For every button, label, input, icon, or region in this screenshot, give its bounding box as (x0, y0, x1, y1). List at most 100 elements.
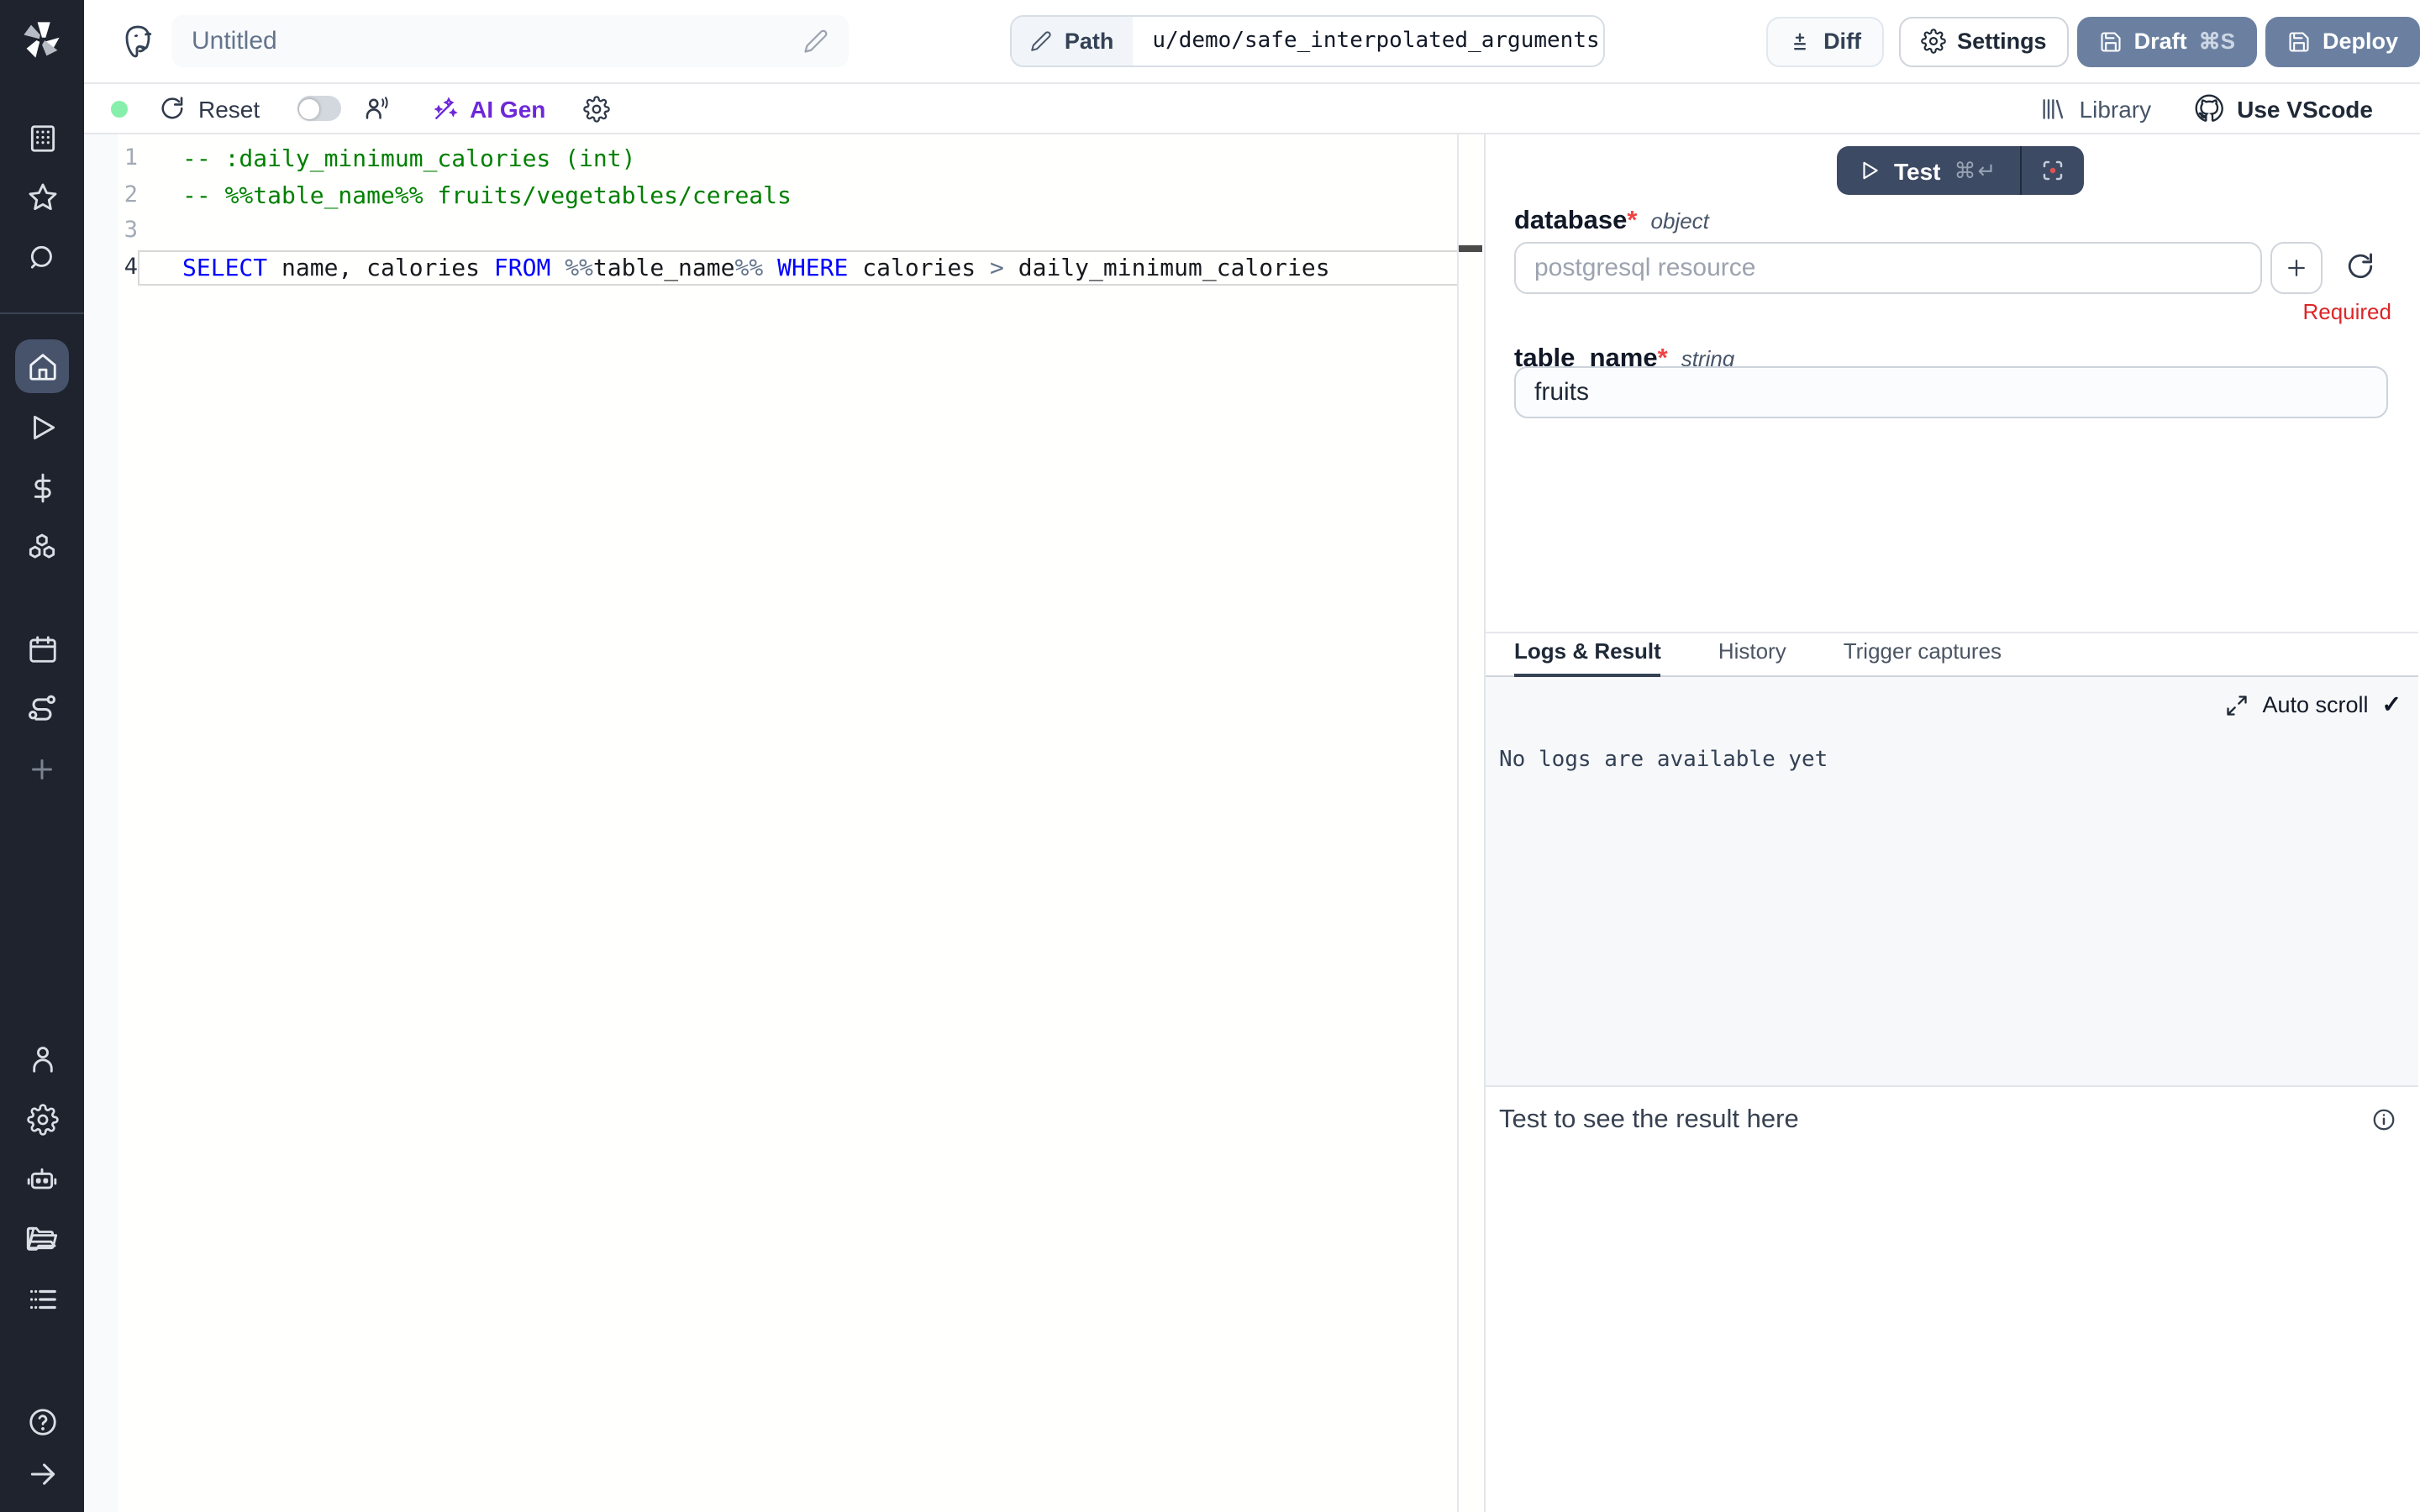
sidebar-item-help[interactable] (0, 1401, 84, 1441)
deploy-button[interactable]: Deploy (2265, 16, 2420, 66)
arguments-panel: Test ⌘↵ database* (1486, 134, 2418, 633)
editor-overview-ruler[interactable] (1457, 134, 1459, 1512)
windmill-logo[interactable] (0, 17, 84, 64)
line-text[interactable]: -- %%table_name%% fruits/vegetables/cere… (138, 177, 1459, 213)
help-icon (26, 1405, 58, 1437)
path-pencil-icon (1031, 30, 1053, 52)
line-text[interactable] (138, 213, 1459, 249)
windmill-app: Untitled Path u/demo/safe_interpolated_a… (0, 0, 2420, 1512)
routes-icon (25, 690, 59, 724)
sidebar-item-runs[interactable] (0, 407, 84, 447)
database-resource-picker[interactable]: postgresql resource (1514, 242, 2262, 294)
windmill-logo-icon (20, 18, 64, 62)
path-value: u/demo/safe_interpolated_arguments (1132, 17, 1605, 66)
tab-history[interactable]: History (1718, 638, 1786, 675)
github-icon (2195, 94, 2223, 123)
current-line-marker (1459, 245, 1482, 252)
tab-trigger-captures[interactable]: Trigger captures (1844, 638, 2002, 675)
bottom-tabs: Logs & Result History Trigger captures (1486, 633, 2418, 677)
test-button[interactable]: Test ⌘↵ (1837, 146, 2019, 195)
test-button-group: Test ⌘↵ (1837, 146, 2083, 195)
code-line[interactable]: 4SELECT name, calories FROM %%table_name… (84, 249, 1486, 286)
sidebar-item-workers[interactable] (0, 1159, 84, 1200)
script-title: Untitled (192, 27, 804, 55)
diff-button[interactable]: Diff (1766, 16, 1883, 66)
line-text[interactable]: -- :daily_minimum_calories (int) (138, 141, 1459, 177)
sidebar-item-favorites[interactable] (0, 176, 84, 217)
sidebar-item-user[interactable] (0, 1038, 84, 1079)
auto-scroll-control[interactable]: Auto scroll ✓ (2225, 690, 2402, 719)
line-number: 3 (84, 213, 138, 249)
status-dot (111, 100, 128, 117)
runs-play-icon (26, 411, 58, 443)
ai-gen-button[interactable]: AI Gen (431, 95, 545, 122)
use-vscode-button[interactable]: Use VScode (2195, 94, 2373, 123)
toggle-knob (299, 98, 319, 118)
user-icon (26, 1042, 58, 1074)
library-button[interactable]: Library (2039, 95, 2152, 122)
collaborators-icon[interactable] (362, 94, 391, 123)
test-label: Test (1894, 157, 1941, 184)
sidebar-item-folders[interactable] (0, 1218, 84, 1258)
folders-icon (25, 1221, 59, 1255)
test-shortcut: ⌘↵ (1954, 157, 1998, 184)
database-field-name: database* (1514, 207, 1638, 237)
sidebar-item-add[interactable] (0, 749, 84, 790)
sidebar-item-home[interactable] (0, 346, 84, 386)
code-lines[interactable]: 1-- :daily_minimum_calories (int)2-- %%t… (84, 141, 1486, 286)
sidebar-item-expand[interactable] (0, 1453, 84, 1494)
sidebar (0, 0, 84, 1512)
edit-pencil-icon[interactable] (804, 29, 829, 54)
diff-icon (1788, 29, 1812, 53)
code-line[interactable]: 1-- :daily_minimum_calories (int) (84, 141, 1486, 177)
code-line[interactable]: 3 (84, 213, 1486, 249)
sidebar-item-schedules[interactable] (0, 628, 84, 669)
draft-button[interactable]: Draft ⌘S (2077, 16, 2257, 66)
database-field-type: object (1651, 208, 1709, 234)
sidebar-item-workspace[interactable] (0, 118, 84, 158)
refresh-resources-icon[interactable] (2346, 252, 2375, 281)
workspace-icon (26, 122, 58, 154)
code-line[interactable]: 2-- %%table_name%% fruits/vegetables/cer… (84, 177, 1486, 213)
magic-wand-icon (431, 95, 458, 122)
sidebar-item-settings[interactable] (0, 1099, 84, 1139)
workers-robot-icon (25, 1163, 59, 1196)
settings-icon (1920, 29, 1945, 54)
line-text[interactable]: SELECT name, calories FROM %%table_name%… (138, 249, 1459, 286)
database-required-hint: Required (2302, 299, 2391, 324)
path-field[interactable]: Path u/demo/safe_interpolated_arguments (1011, 15, 1605, 67)
result-hint: Test to see the result here (1499, 1105, 1799, 1136)
settings-button[interactable]: Settings (1898, 16, 2069, 66)
required-asterisk: * (1627, 207, 1637, 235)
script-title-field[interactable]: Untitled (171, 15, 850, 67)
reset-label: Reset (198, 95, 260, 122)
code-editor[interactable]: 1-- :daily_minimum_calories (int)2-- %%t… (84, 134, 1486, 1512)
expand-logs-icon[interactable] (2225, 693, 2249, 717)
diff-mode-toggle[interactable] (297, 96, 340, 121)
resources-cubes-icon (25, 531, 59, 564)
plus-icon (2284, 255, 2309, 281)
table-name-input[interactable] (1514, 366, 2388, 418)
capture-run-button[interactable] (2021, 146, 2083, 195)
deploy-label: Deploy (2323, 29, 2398, 54)
auto-scroll-checkmark[interactable]: ✓ (2382, 690, 2402, 719)
main-area: Untitled Path u/demo/safe_interpolated_a… (84, 0, 2420, 1512)
info-icon[interactable] (2371, 1107, 2396, 1132)
right-panel: Test ⌘↵ database* (1486, 134, 2418, 1512)
sidebar-item-resources[interactable] (0, 528, 84, 568)
editor-settings-gear-icon[interactable] (582, 95, 609, 122)
save-icon (2099, 29, 2123, 53)
sidebar-item-audit-logs[interactable] (0, 1278, 84, 1319)
schedules-calendar-icon (26, 633, 58, 664)
sidebar-item-search[interactable] (0, 237, 84, 277)
sidebar-item-billing[interactable] (0, 467, 84, 507)
sidebar-item-routes[interactable] (0, 687, 84, 727)
auto-scroll-label: Auto scroll (2262, 692, 2368, 717)
tab-logs-result[interactable]: Logs & Result (1514, 638, 1661, 675)
library-label: Library (2080, 95, 2152, 122)
database-field-label-row: database* object (1514, 207, 1709, 237)
screen: Untitled Path u/demo/safe_interpolated_a… (0, 0, 2420, 1512)
reset-button[interactable]: Reset (160, 95, 260, 122)
add-resource-button[interactable] (2270, 242, 2323, 294)
logs-panel: Auto scroll ✓ No logs are available yet (1486, 677, 2418, 1087)
